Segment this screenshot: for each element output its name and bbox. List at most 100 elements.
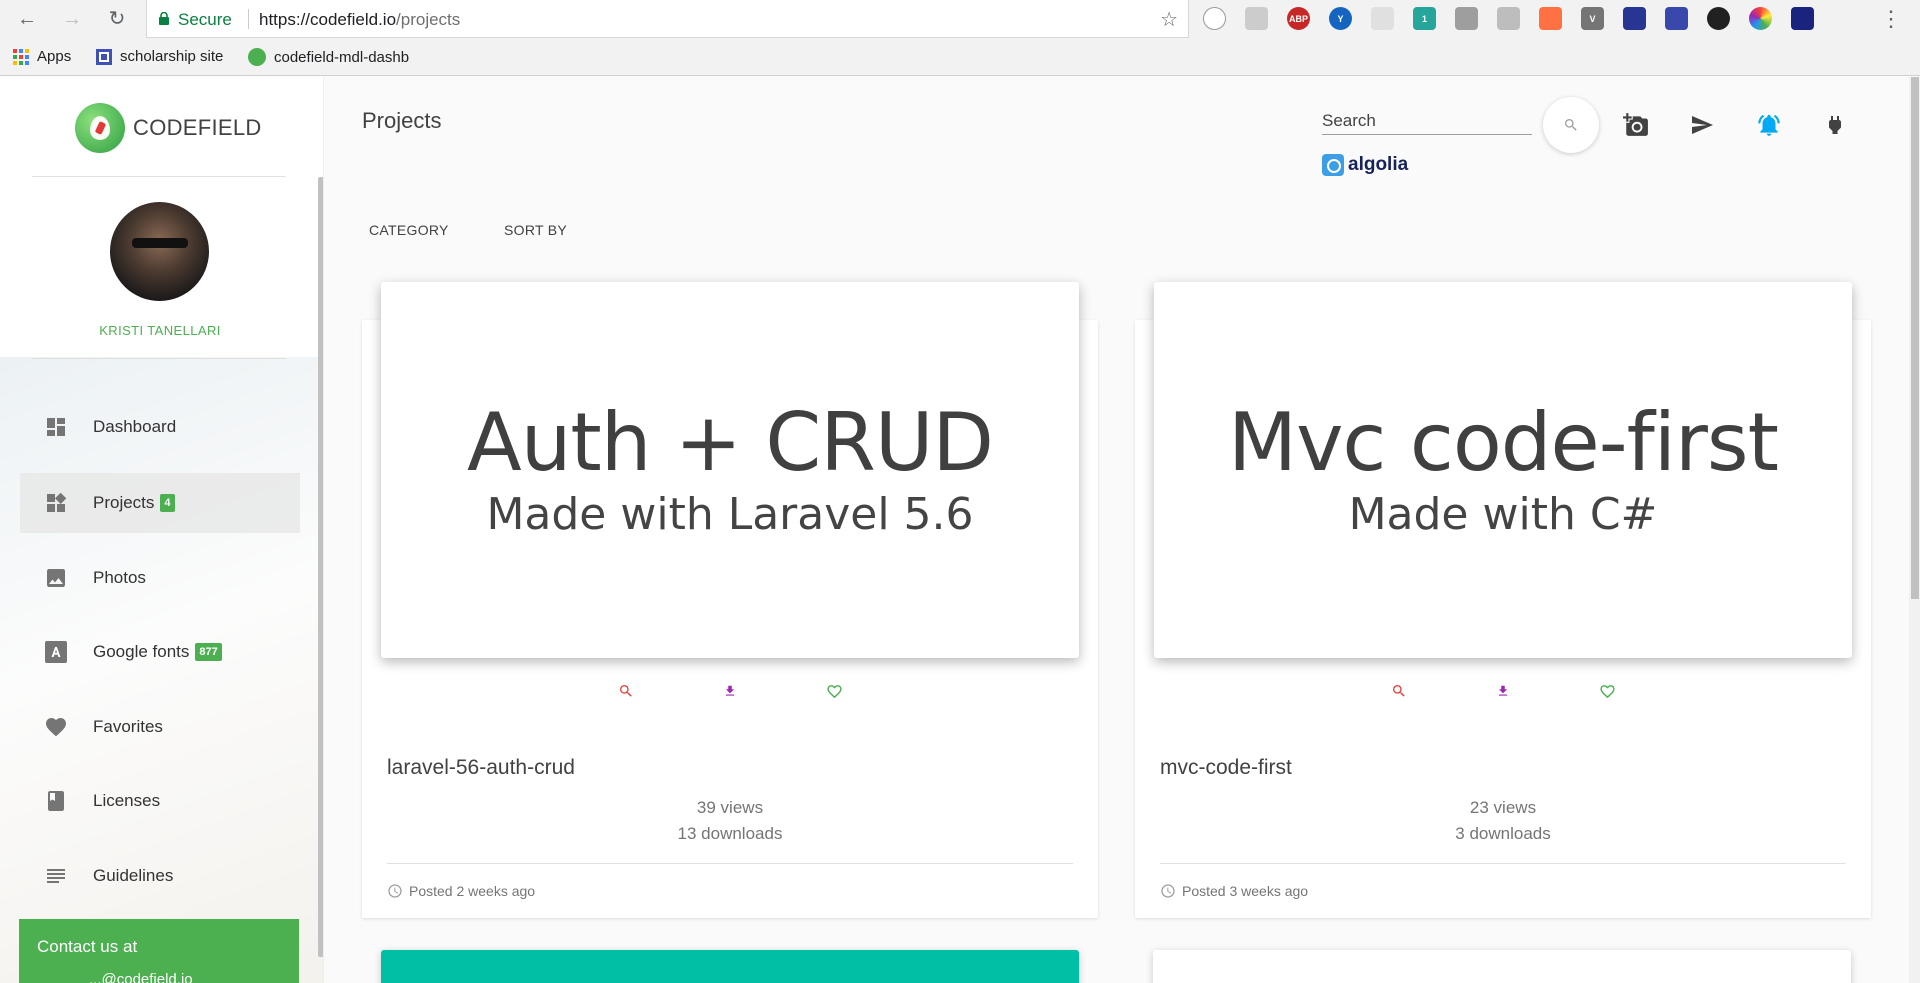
extension-icon[interactable]: V bbox=[1581, 7, 1604, 30]
project-thumbnail-partial[interactable] bbox=[1153, 950, 1851, 983]
sidebar-divider bbox=[32, 358, 286, 359]
apps-grid-icon bbox=[13, 48, 29, 65]
color-picker-icon[interactable] bbox=[1749, 7, 1772, 30]
lock-icon bbox=[159, 12, 169, 25]
projects-icon bbox=[47, 492, 67, 512]
extension-icon[interactable] bbox=[1539, 7, 1562, 30]
project-thumbnail-partial[interactable] bbox=[381, 950, 1079, 983]
plugin-button[interactable] bbox=[1820, 110, 1850, 140]
extension-icon[interactable] bbox=[1707, 7, 1730, 30]
heart-outline-icon bbox=[826, 684, 842, 698]
extension-icon[interactable] bbox=[1665, 7, 1688, 30]
preview-button[interactable] bbox=[1390, 682, 1408, 700]
extension-icon[interactable] bbox=[1455, 7, 1478, 30]
sidebar-item-guidelines[interactable]: Guidelines bbox=[20, 846, 300, 906]
sidebar-scrollbar[interactable] bbox=[318, 177, 323, 957]
bookmark-label: scholarship site bbox=[120, 48, 224, 65]
search-input[interactable]: Search bbox=[1322, 111, 1532, 135]
bookmark-star-icon[interactable]: ☆ bbox=[1160, 7, 1178, 32]
adblock-icon[interactable]: ABP bbox=[1287, 7, 1310, 30]
favorite-button[interactable] bbox=[825, 682, 843, 700]
font-icon bbox=[45, 641, 67, 663]
bookmark-label: Apps bbox=[37, 48, 72, 65]
contact-label: Contact us at bbox=[37, 937, 138, 956]
back-icon[interactable]: ← bbox=[14, 6, 40, 32]
page-scrollbar-thumb[interactable] bbox=[1911, 77, 1919, 599]
sidebar: CODEFIELD KRISTI TANELLARI Dashboard Pro… bbox=[0, 77, 324, 983]
contact-box[interactable]: Contact us at ...@codefield.io bbox=[19, 919, 299, 983]
sidebar-item-favorites[interactable]: Favorites bbox=[20, 697, 300, 757]
download-icon bbox=[1498, 685, 1508, 696]
extension-icon[interactable]: 1 bbox=[1413, 7, 1436, 30]
algolia-badge[interactable]: algolia bbox=[1322, 154, 1408, 176]
bookmark-label: codefield-mdl-dashb bbox=[274, 48, 410, 66]
avatar[interactable] bbox=[110, 202, 209, 301]
project-card[interactable]: Auth + CRUD Made with Laravel 5.6 larave… bbox=[362, 282, 1098, 918]
card-divider bbox=[387, 863, 1073, 864]
notifications-button[interactable] bbox=[1754, 110, 1784, 140]
bookmark-scholarship[interactable]: scholarship site bbox=[96, 48, 223, 65]
browser-toolbar: ← → ↻ Secure https://codefield.io/projec… bbox=[0, 0, 1920, 39]
user-name[interactable]: KRISTI TANELLARI bbox=[0, 323, 320, 338]
sidebar-item-label: Google fonts bbox=[93, 642, 190, 661]
thumbnail-subtitle: Made with Laravel 5.6 bbox=[486, 489, 974, 540]
add-photo-button[interactable] bbox=[1621, 110, 1651, 140]
project-name[interactable]: laravel-56-auth-crud bbox=[387, 756, 575, 780]
url-host: https://codefield.io bbox=[259, 10, 397, 29]
sidebar-item-label: Dashboard bbox=[93, 417, 177, 436]
sidebar-item-label: Photos bbox=[93, 568, 146, 587]
sidebar-item-dashboard[interactable]: Dashboard bbox=[20, 397, 300, 457]
sidebar-item-label: Favorites bbox=[93, 717, 163, 736]
url-text[interactable]: https://codefield.io/projects bbox=[259, 10, 460, 30]
address-bar[interactable]: Secure https://codefield.io/projects ☆ bbox=[146, 0, 1189, 38]
clock-icon bbox=[1161, 884, 1175, 898]
project-thumbnail[interactable]: Mvc code-first Made with C# bbox=[1154, 282, 1852, 658]
download-count: 3 downloads bbox=[1455, 824, 1551, 843]
lines-icon bbox=[47, 869, 65, 883]
view-count: 23 views bbox=[1469, 798, 1537, 817]
camera-extension-icon[interactable] bbox=[1371, 7, 1394, 30]
project-name[interactable]: mvc-code-first bbox=[1160, 756, 1292, 780]
extension-icon[interactable] bbox=[1791, 7, 1814, 30]
preview-button[interactable] bbox=[617, 682, 635, 700]
extension-icon[interactable] bbox=[1497, 7, 1520, 30]
extension-icon[interactable] bbox=[1245, 7, 1268, 30]
extension-icon[interactable] bbox=[1203, 7, 1226, 30]
main-content: Projects Search algolia CATEGORY SORT BY… bbox=[325, 77, 1920, 983]
heart-icon bbox=[46, 718, 66, 737]
sidebar-item-label: Licenses bbox=[93, 791, 161, 810]
fonts-count-badge: 877 bbox=[195, 643, 222, 661]
search-icon bbox=[1565, 119, 1577, 131]
category-filter-button[interactable]: CATEGORY bbox=[369, 222, 449, 238]
project-thumbnail[interactable]: Auth + CRUD Made with Laravel 5.6 bbox=[381, 282, 1079, 658]
sort-by-button[interactable]: SORT BY bbox=[504, 222, 567, 238]
project-card[interactable]: Mvc code-first Made with C# mvc-code-fir… bbox=[1135, 282, 1871, 918]
reload-icon[interactable]: ↻ bbox=[104, 6, 130, 32]
dashboard-icon bbox=[47, 418, 65, 436]
bell-icon bbox=[1758, 114, 1780, 136]
card-actions bbox=[1135, 682, 1871, 700]
secure-label: Secure bbox=[178, 10, 232, 29]
codefield-logo-icon bbox=[75, 103, 125, 153]
bookmark-apps[interactable]: Apps bbox=[13, 48, 71, 65]
extension-icon[interactable]: Y bbox=[1329, 7, 1352, 30]
sidebar-item-photos[interactable]: Photos bbox=[20, 548, 300, 608]
extension-icon[interactable] bbox=[1623, 7, 1646, 30]
forward-icon[interactable]: → bbox=[59, 6, 85, 32]
send-button[interactable] bbox=[1687, 110, 1717, 140]
brand[interactable]: CODEFIELD bbox=[75, 103, 262, 153]
download-button[interactable] bbox=[721, 682, 739, 700]
posted-date: Posted 2 weeks ago bbox=[409, 883, 536, 899]
favorite-button[interactable] bbox=[1598, 682, 1616, 700]
thumbnail-subtitle: Made with C# bbox=[1348, 489, 1658, 540]
sidebar-divider bbox=[32, 176, 286, 177]
search-button[interactable] bbox=[1543, 97, 1599, 153]
download-button[interactable] bbox=[1494, 682, 1512, 700]
send-icon bbox=[1692, 116, 1713, 134]
contact-email[interactable]: ...@codefield.io bbox=[89, 971, 193, 983]
sidebar-item-google-fonts[interactable]: Google fonts 877 bbox=[20, 622, 300, 682]
bookmark-codefield[interactable]: codefield-mdl-dashb bbox=[248, 48, 409, 66]
sidebar-item-licenses[interactable]: Licenses bbox=[20, 771, 300, 831]
browser-menu-icon[interactable]: ⋮ bbox=[1880, 6, 1902, 32]
sidebar-item-projects[interactable]: Projects 4 bbox=[20, 473, 300, 533]
